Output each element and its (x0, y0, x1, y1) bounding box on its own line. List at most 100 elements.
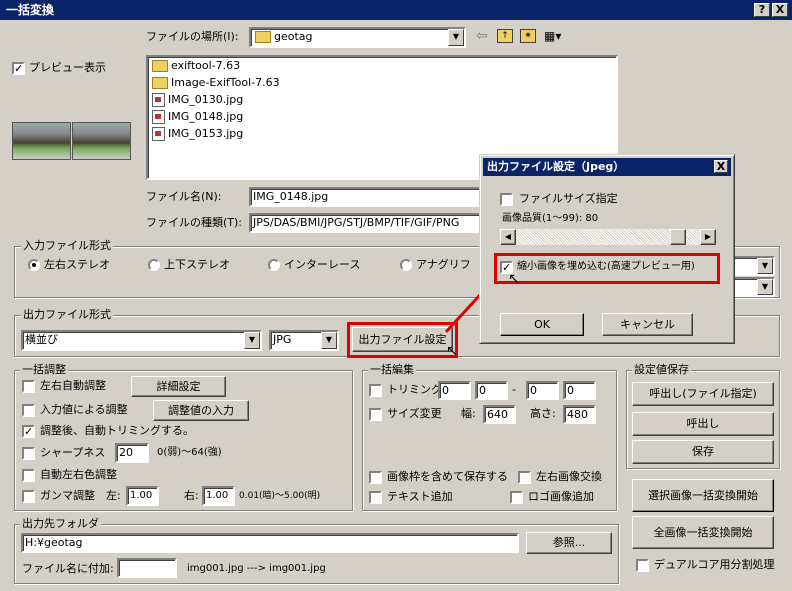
auto-trim-checkbox[interactable]: ✓ (22, 425, 35, 438)
ok-button[interactable]: OK (500, 313, 584, 336)
folder-icon (152, 77, 168, 89)
size-spec-label: ファイルサイズ指定 (519, 192, 618, 205)
gamma-right-label: 右: (184, 489, 199, 502)
swap-checkbox[interactable] (518, 471, 531, 484)
list-item[interactable]: Image-ExifTool-7.63 (150, 74, 280, 91)
trim-input-4[interactable]: 0 (563, 381, 596, 400)
gamma-checkbox[interactable] (22, 490, 35, 503)
gamma-label: ガンマ調整 (40, 489, 95, 502)
size-spec-checkbox[interactable] (500, 193, 513, 206)
auto-color-checkbox[interactable] (22, 469, 35, 482)
trim-input-2[interactable]: 0 (475, 381, 508, 400)
cancel-button[interactable]: キャンセル (602, 313, 693, 336)
resize-checkbox[interactable] (369, 408, 382, 421)
view-menu-icon[interactable]: ▦▾ (544, 29, 566, 43)
mouse-cursor-icon: ↖ (446, 343, 458, 359)
save-frame-label: 画像枠を含めて保存する (387, 470, 508, 483)
chevron-down-icon[interactable]: ▼ (757, 279, 773, 295)
height-input[interactable]: 480 (563, 405, 596, 424)
detail-settings-button[interactable]: 詳細設定 (131, 376, 226, 397)
auto-lr-label: 左右自動調整 (40, 379, 106, 392)
trim-input-1[interactable]: 0 (438, 381, 471, 400)
chevron-down-icon[interactable]: ▼ (757, 258, 773, 274)
image-file-icon (152, 127, 165, 141)
dialog-close-button[interactable]: X (714, 160, 728, 173)
title-bar: 一括変換 (0, 0, 792, 20)
gamma-right-input[interactable]: 1.00 (202, 486, 235, 506)
output-folder-input[interactable]: H:¥geotag (21, 533, 519, 553)
add-text-checkbox[interactable] (369, 491, 382, 504)
browse-button[interactable]: 参照... (526, 532, 612, 554)
convert-all-button[interactable]: 全画像一括変換開始 (632, 516, 774, 549)
bulk-edit-title: 一括編集 (368, 363, 416, 377)
quality-slider[interactable]: ◀ ▶ (500, 229, 716, 245)
folder-icon (152, 60, 168, 72)
scroll-right-icon[interactable]: ▶ (700, 229, 716, 245)
image-file-icon (152, 93, 165, 107)
radio-lr-stereo[interactable] (28, 259, 40, 271)
radio-label: インターレース (284, 258, 361, 271)
dual-core-checkbox[interactable] (636, 559, 649, 572)
output-type-value: JPG (273, 333, 292, 346)
suffix-input[interactable] (117, 558, 177, 578)
list-item[interactable]: exiftool-7.63 (150, 57, 240, 74)
dialog-title: 出力ファイル設定（Jpeg） (483, 158, 731, 176)
output-format-title: 出力ファイル形式 (21, 308, 113, 322)
jpeg-settings-dialog: 出力ファイル設定（Jpeg） X ファイルサイズ指定 画像品質(1～99): 8… (479, 154, 735, 344)
filetype-dropdown[interactable]: JPS/DAS/BMI/JPG/STJ/BMP/TIF/GIF/PNG (249, 213, 489, 233)
close-button[interactable]: X (772, 3, 788, 17)
radio-tb-stereo[interactable] (148, 259, 160, 271)
input-values-button[interactable]: 調整値の入力 (153, 400, 249, 421)
auto-trim-label: 調整後、自動トリミングする。 (40, 424, 194, 437)
save-frame-checkbox[interactable] (369, 471, 382, 484)
add-text-label: テキスト追加 (387, 490, 453, 503)
list-item[interactable]: IMG_0130.jpg (150, 91, 243, 108)
auto-lr-checkbox[interactable] (22, 380, 35, 393)
folder-icon (255, 31, 271, 43)
by-input-checkbox[interactable] (22, 404, 35, 417)
output-folder-title: 出力先フォルダ (20, 517, 101, 531)
height-label: 高さ: (530, 407, 556, 420)
filename-input[interactable]: IMG_0148.jpg (249, 187, 489, 207)
load-button[interactable]: 呼出し (632, 412, 774, 436)
trim-checkbox[interactable] (369, 384, 382, 397)
chevron-down-icon[interactable]: ▼ (448, 29, 464, 46)
output-type-dropdown[interactable]: JPG ▼ (269, 330, 339, 351)
image-file-icon (152, 110, 165, 124)
help-button[interactable]: ? (754, 3, 770, 17)
width-input[interactable]: 640 (483, 405, 516, 424)
back-icon[interactable]: ⇦ (476, 28, 490, 44)
list-item[interactable]: IMG_0148.jpg (150, 108, 243, 125)
convert-selected-button[interactable]: 選択画像一括変換開始 (632, 479, 774, 512)
location-value: geotag (274, 30, 313, 43)
load-file-button[interactable]: 呼出し(ファイル指定) (632, 382, 774, 406)
filetype-label: ファイルの種類(T): (146, 216, 243, 229)
output-layout-dropdown[interactable]: 横並び ▼ (21, 330, 262, 351)
preview-checkbox[interactable]: ✓ (12, 62, 25, 75)
sharpness-input[interactable]: 20 (115, 443, 149, 463)
chevron-down-icon[interactable]: ▼ (244, 332, 260, 349)
trim-label: トリミング (387, 383, 442, 396)
trim-input-3[interactable]: 0 (526, 381, 559, 400)
mouse-cursor-icon: ↖ (508, 271, 520, 287)
resize-label: サイズ変更 (387, 407, 442, 420)
dual-core-label: デュアルコア用分割処理 (654, 558, 775, 571)
radio-interlace[interactable] (268, 259, 280, 271)
gamma-range: 0.01(暗)～5.00(明) (239, 491, 321, 501)
add-logo-checkbox[interactable] (510, 491, 523, 504)
gamma-left-input[interactable]: 1.00 (126, 486, 159, 506)
input-format-title: 入力ファイル形式 (21, 239, 113, 253)
new-folder-icon[interactable]: ✶ (520, 29, 536, 43)
slider-thumb[interactable] (670, 229, 686, 245)
chevron-down-icon[interactable]: ▼ (321, 332, 337, 349)
save-button[interactable]: 保存 (632, 440, 774, 464)
sharpness-checkbox[interactable] (22, 447, 35, 460)
up-folder-icon[interactable]: ↑ (497, 29, 513, 43)
sharpness-label: シャープネス (40, 446, 106, 459)
location-dropdown[interactable]: geotag ▼ (249, 27, 466, 48)
output-settings-button[interactable]: 出力ファイル設定 (352, 327, 453, 352)
list-item[interactable]: IMG_0153.jpg (150, 125, 243, 142)
gamma-left-label: 左: (106, 489, 121, 502)
scroll-left-icon[interactable]: ◀ (500, 229, 516, 245)
radio-anaglyph[interactable] (400, 259, 412, 271)
